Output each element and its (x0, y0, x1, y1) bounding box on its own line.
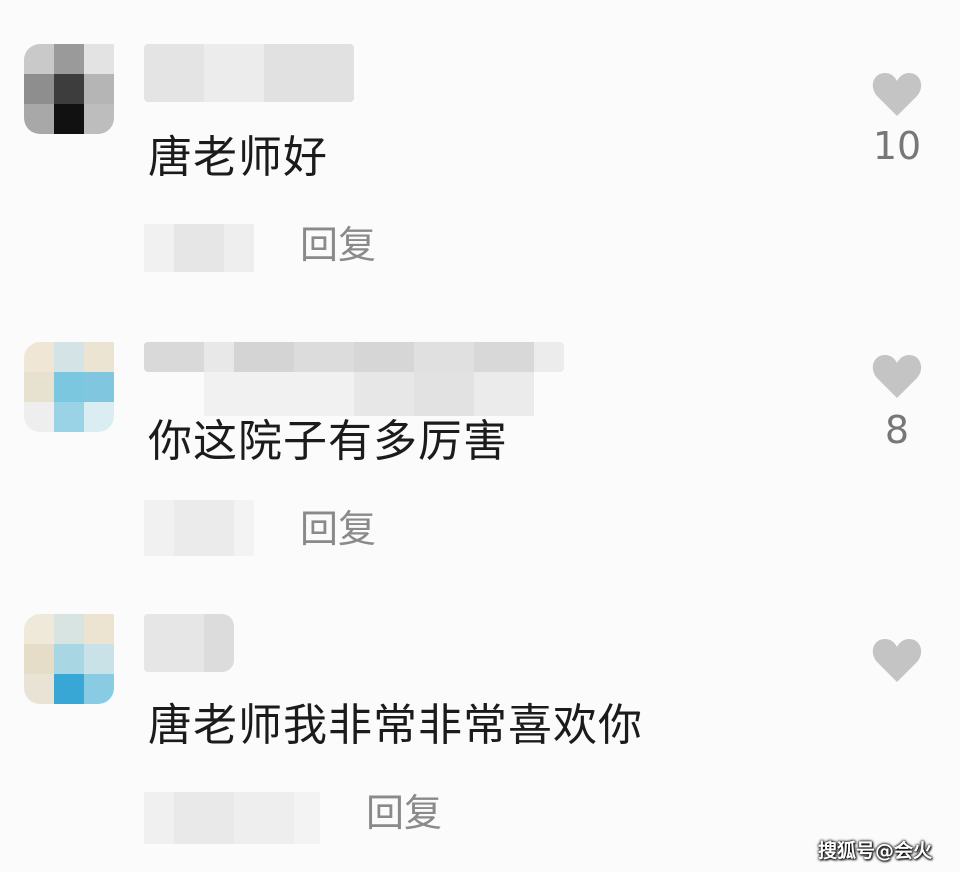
avatar-pixel (54, 402, 84, 432)
avatar-pixel (54, 342, 84, 372)
avatar-pixel (24, 402, 54, 432)
heart-icon[interactable] (871, 70, 923, 118)
comment-meta-blurred (144, 792, 320, 844)
avatar-pixel (24, 372, 54, 402)
username-blurred[interactable] (144, 44, 354, 102)
avatar-pixel (84, 74, 114, 104)
avatar-pixel (54, 614, 84, 644)
username-blurred[interactable] (144, 342, 564, 372)
avatar-pixel (24, 644, 54, 674)
avatar-pixel (84, 674, 114, 704)
avatar[interactable] (24, 342, 114, 432)
avatar[interactable] (24, 44, 114, 134)
avatar-pixel (24, 104, 54, 134)
avatar-pixel (84, 342, 114, 372)
avatar-pixel (24, 674, 54, 704)
comment-text: 唐老师好 (148, 132, 328, 183)
avatar-pixel (54, 74, 84, 104)
avatar-pixel (24, 74, 54, 104)
heart-icon[interactable] (871, 352, 923, 400)
avatar[interactable] (24, 614, 114, 704)
avatar-pixel (54, 674, 84, 704)
avatar-pixel (84, 644, 114, 674)
avatar-pixel (84, 614, 114, 644)
avatar-pixel (54, 372, 84, 402)
reply-button[interactable]: 回复 (366, 790, 442, 836)
username-blurred-line2 (204, 372, 534, 416)
watermark: 搜狐号@会火 (818, 840, 933, 862)
avatar-pixel (24, 342, 54, 372)
reply-button[interactable]: 回复 (300, 222, 376, 268)
avatar-pixel (84, 44, 114, 74)
like-count: 10 (872, 124, 922, 168)
avatar-pixel (84, 402, 114, 432)
username-blurred[interactable] (144, 614, 234, 672)
comment-text: 唐老师我非常非常喜欢你 (148, 700, 643, 751)
comment-list: 唐老师好 回复 10 你这院子有多厉害 回复 8 唐老师我非常非常喜欢你 回复 … (0, 0, 960, 872)
avatar-pixel (84, 372, 114, 402)
comment-meta-blurred (144, 500, 254, 556)
like-count: 8 (884, 408, 910, 452)
avatar-pixel (54, 104, 84, 134)
heart-icon[interactable] (871, 636, 923, 684)
reply-button[interactable]: 回复 (300, 506, 376, 552)
comment-text: 你这院子有多厉害 (148, 416, 508, 467)
avatar-pixel (84, 104, 114, 134)
avatar-pixel (54, 44, 84, 74)
avatar-pixel (24, 44, 54, 74)
comment-meta-blurred (144, 224, 254, 272)
avatar-pixel (24, 614, 54, 644)
avatar-pixel (54, 644, 84, 674)
